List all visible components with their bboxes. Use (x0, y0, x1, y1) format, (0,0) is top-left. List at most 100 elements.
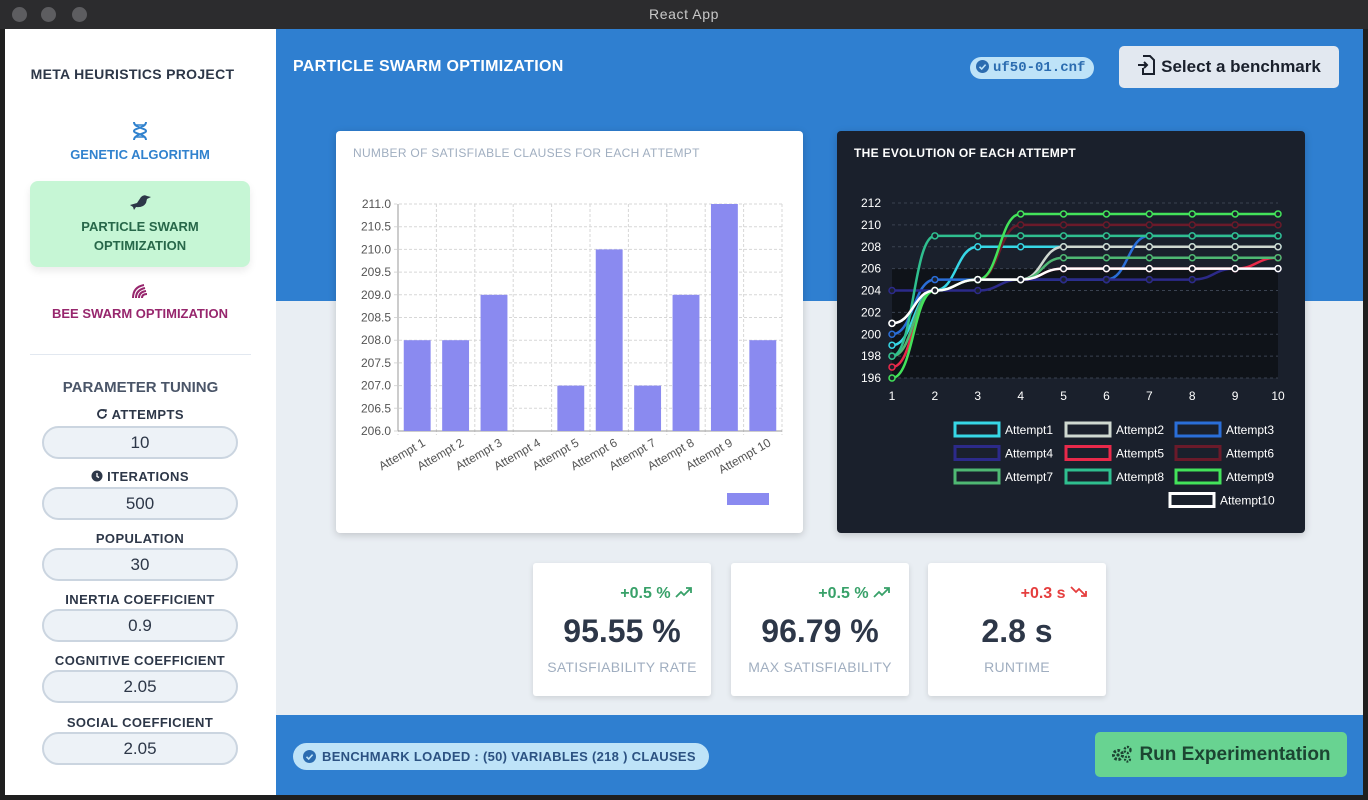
population-label: POPULATION (95, 531, 185, 546)
social-input[interactable]: 2.05 (42, 732, 238, 765)
legend-swatch (1168, 492, 1216, 508)
maximize-window-button[interactable] (72, 7, 87, 22)
app-window: META HEURISTICS PROJECT GENETIC ALGORITH… (5, 29, 1363, 795)
series-point (1102, 243, 1111, 251)
inertia-input[interactable]: 0.9 (42, 609, 238, 642)
bar (595, 249, 623, 431)
page-title: PARTICLE SWARM OPTIMIZATION (293, 58, 564, 75)
file-badge: uf50-01.cnf (970, 57, 1095, 79)
series-point (1274, 210, 1282, 218)
nav-label: BEE SWARM OPTIMIZATION (52, 306, 228, 321)
redo-icon (97, 409, 108, 419)
bar (403, 340, 431, 431)
benchmark-status-badge: BENCHMARK LOADED : (50) VARIABLES (218 )… (293, 743, 709, 770)
stat-runtime: +0.3 s 2.8 s RUNTIME (928, 563, 1106, 696)
dna-icon (132, 121, 148, 141)
series-point (1145, 253, 1154, 262)
line-chart-title: THE EVOLUTION OF EACH ATTEMPT (854, 146, 1076, 160)
stat-delta: +0.5 % (620, 585, 693, 603)
bar (710, 204, 738, 431)
legend-swatch (953, 421, 1001, 438)
series-point (1016, 221, 1025, 229)
series-point (1274, 264, 1282, 273)
legend-swatch (953, 445, 1001, 461)
stat-label: RUNTIME (984, 659, 1050, 675)
line-ytick-label: 204 (861, 284, 881, 298)
select-benchmark-button[interactable]: Select a benchmark (1119, 46, 1339, 88)
series-point (888, 319, 896, 328)
series-point (1145, 232, 1154, 240)
file-import-icon (1138, 55, 1156, 75)
bar (480, 294, 508, 431)
series-point (931, 232, 939, 240)
social-label: SOCIAL COEFFICIENT (66, 715, 214, 730)
legend-label: Attempt7 (1005, 470, 1053, 484)
bar-ytick-label: 208.5 (361, 311, 391, 325)
line-xtick-label: 10 (1271, 389, 1285, 403)
bar-ytick-label: 210.5 (361, 220, 391, 234)
minimize-window-button[interactable] (41, 7, 56, 22)
nav-bee-swarm[interactable]: BEE SWARM OPTIMIZATION (30, 282, 250, 327)
series-point (931, 275, 939, 284)
series-point (1188, 243, 1196, 251)
line-xtick-label: 2 (932, 389, 939, 403)
legend-swatch (1064, 421, 1112, 438)
nav-particle-swarm[interactable]: PARTICLE SWARM OPTIMIZATION (30, 181, 250, 267)
line-xtick-label: 3 (974, 389, 981, 403)
series-point (1102, 253, 1111, 262)
bar-ytick-label: 207.0 (361, 379, 391, 393)
series-point (1016, 210, 1025, 218)
stat-max-satisfiability: +0.5 % 96.79 % MAX SATISFIABILITY (731, 563, 909, 696)
series-point (1274, 243, 1282, 251)
population-input[interactable]: 30 (42, 548, 238, 581)
series-point (1059, 264, 1068, 273)
legend-label: Attempt8 (1116, 470, 1164, 484)
attempts-input[interactable]: 10 (42, 426, 238, 459)
series-point (1102, 275, 1111, 284)
series-point (974, 243, 982, 251)
bird-icon (130, 195, 151, 210)
close-window-button[interactable] (12, 7, 27, 22)
run-experimentation-button[interactable]: Run Experimentation (1095, 732, 1347, 777)
line-area-shade (892, 268, 1278, 378)
swarm-icon (132, 284, 148, 299)
inertia-label: INERTIA COEFFICIENT (65, 592, 215, 607)
series-point (888, 330, 896, 338)
legend-swatch (953, 468, 1001, 485)
bar-ytick-label: 206.5 (361, 401, 391, 415)
window-title: React App (649, 6, 719, 22)
series-point (888, 352, 896, 360)
parameter-tuning-title: PARAMETER TUNING (62, 379, 219, 396)
bar (557, 385, 585, 431)
series-point (1188, 253, 1196, 262)
stat-value: 95.55 % (563, 613, 681, 649)
bar-ytick-label: 209.5 (361, 265, 391, 279)
stat-value: 2.8 s (981, 613, 1053, 649)
cognitive-label: COGNITIVE COEFFICIENT (54, 653, 226, 668)
series-point (1188, 275, 1196, 284)
bar-legend-swatch (727, 493, 769, 505)
bar-ytick-label: 206.0 (361, 424, 391, 438)
iterations-input[interactable]: 500 (42, 487, 238, 520)
bar-chart: NUMBER OF SATISFIABLE CLAUSES FOR EACH A… (353, 146, 783, 505)
line-chart: THE EVOLUTION OF EACH ATTEMPT 1961982002… (854, 146, 1285, 508)
series-point (1188, 264, 1196, 273)
brand-title: META HEURISTICS PROJECT (30, 66, 235, 82)
legend-swatch (1174, 468, 1222, 485)
series-point (1059, 221, 1068, 229)
clock-icon (91, 470, 103, 482)
line-ytick-label: 206 (861, 262, 881, 276)
series-point (888, 363, 896, 371)
line-xtick-label: 8 (1189, 389, 1196, 403)
line-xtick-label: 4 (1017, 389, 1024, 403)
line-ytick-label: 196 (861, 371, 881, 385)
legend-swatch (1064, 468, 1112, 485)
series-point (1274, 232, 1282, 240)
line-xtick-label: 6 (1103, 389, 1110, 403)
nav-genetic-algorithm[interactable]: GENETIC ALGORITHM (30, 121, 250, 171)
iterations-label: ITERATIONS (42, 469, 238, 484)
bar (442, 340, 470, 431)
stat-label: SATISFIABILITY RATE (547, 659, 697, 675)
cognitive-input[interactable]: 2.05 (42, 670, 238, 703)
series-point (888, 374, 896, 382)
